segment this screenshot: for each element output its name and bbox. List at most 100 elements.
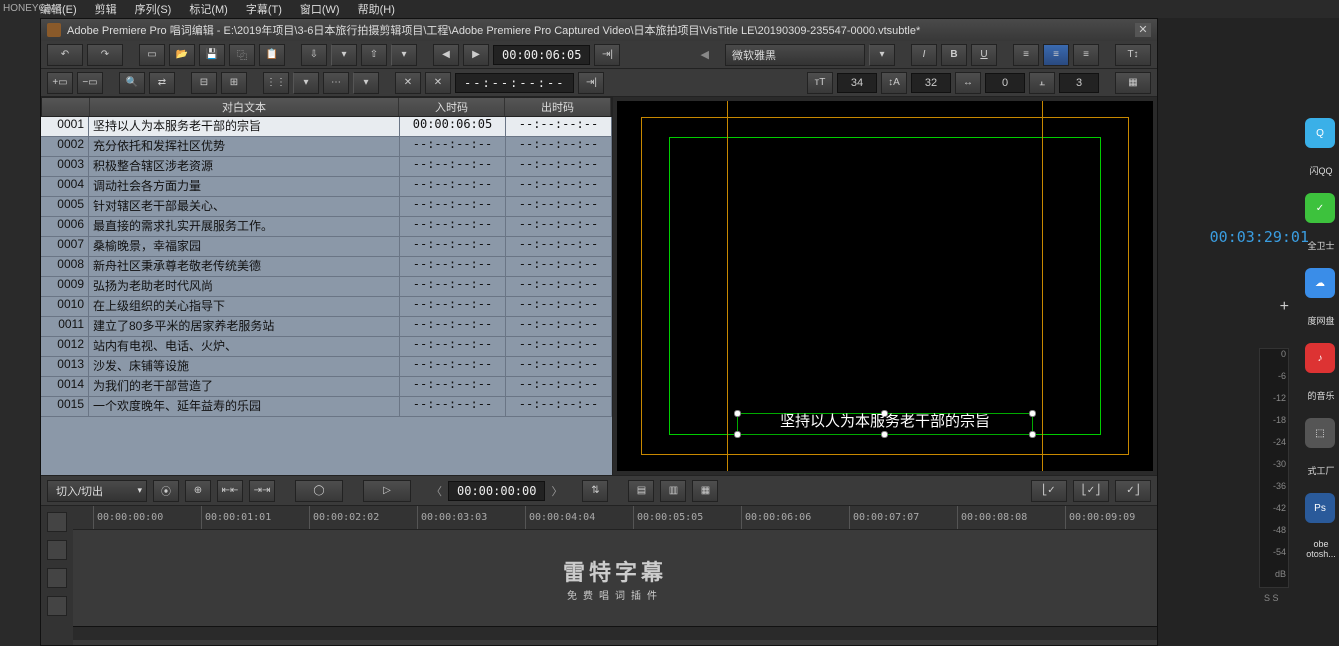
toolbar-timecode[interactable]: 00:00:06:05 xyxy=(493,45,590,65)
save-button[interactable]: 💾 xyxy=(199,44,225,66)
row-text[interactable]: 为我们的老干部营造了 xyxy=(89,377,400,396)
th-in-tc[interactable]: 入时码 xyxy=(399,98,505,116)
menu-help[interactable]: 帮助(H) xyxy=(358,1,395,17)
row-in-tc[interactable]: --:--:--:-- xyxy=(400,337,506,356)
font-size-input[interactable] xyxy=(837,73,877,93)
sync-button[interactable]: ⇅ xyxy=(582,480,608,502)
row-in-tc[interactable]: --:--:--:-- xyxy=(400,137,506,156)
timeline-main[interactable]: 00:00:00:0000:00:01:0100:00:02:0200:00:0… xyxy=(73,506,1157,645)
row-in-tc[interactable]: --:--:--:-- xyxy=(400,177,506,196)
row-out-tc[interactable]: --:--:--:-- xyxy=(506,117,612,136)
row-in-tc[interactable]: --:--:--:-- xyxy=(400,197,506,216)
anchor-in-button[interactable]: ⎣✓ xyxy=(1031,480,1067,502)
row-in-tc[interactable]: --:--:--:-- xyxy=(400,317,506,336)
record-button[interactable]: ◯ xyxy=(295,480,343,502)
clear-out-button[interactable]: ✕ xyxy=(425,72,451,94)
row-text[interactable]: 积极整合辖区涉老资源 xyxy=(89,157,400,176)
bold-button[interactable]: B xyxy=(941,44,967,66)
table-row[interactable]: 0005针对辖区老干部最关心、--:--:--:----:--:--:-- xyxy=(41,197,612,217)
open-button[interactable]: 📂 xyxy=(169,44,195,66)
shift-right-button[interactable]: ⇥⇥ xyxy=(249,480,275,502)
table-row[interactable]: 0015一个欢度晚年、延年益寿的乐园--:--:--:----:--:--:-- xyxy=(41,397,612,417)
th-out-tc[interactable]: 出时码 xyxy=(505,98,611,116)
paste-button[interactable]: 📋 xyxy=(259,44,285,66)
table-row[interactable]: 0006最直接的需求扎实开展服务工作。--:--:--:----:--:--:-… xyxy=(41,217,612,237)
menu-marker[interactable]: 标记(M) xyxy=(189,1,228,17)
copy-button[interactable]: ⿻ xyxy=(229,44,255,66)
resize-handle[interactable] xyxy=(881,431,888,438)
tool-b-dropdown[interactable]: ▾ xyxy=(353,72,379,94)
undo-button[interactable]: ↶ xyxy=(47,44,83,66)
italic-button[interactable]: I xyxy=(911,44,937,66)
th-text[interactable]: 对白文本 xyxy=(90,98,399,116)
table-row[interactable]: 0012站内有电视、电话、火炉、--:--:--:----:--:--:-- xyxy=(41,337,612,357)
tl-tool-zoom[interactable] xyxy=(47,512,67,532)
delete-row-button[interactable]: −▭ xyxy=(77,72,103,94)
row-text[interactable]: 在上级组织的关心指导下 xyxy=(89,297,400,316)
row-in-tc[interactable]: --:--:--:-- xyxy=(400,217,506,236)
table-row[interactable]: 0001坚持以人为本服务老干部的宗旨00:00:06:05--:--:--:-- xyxy=(41,117,612,137)
prev-frame-button[interactable]: ◀ xyxy=(433,44,459,66)
menu-sequence[interactable]: 序列(S) xyxy=(135,1,172,17)
split-button[interactable]: ⊟ xyxy=(191,72,217,94)
export-button[interactable]: ⇧ xyxy=(361,44,387,66)
row-out-tc[interactable]: --:--:--:-- xyxy=(506,397,612,416)
desktop-icon-music[interactable]: ♪ xyxy=(1305,343,1335,373)
font-family-select[interactable]: 微软雅黑 xyxy=(725,44,865,66)
row-out-tc[interactable]: --:--:--:-- xyxy=(506,297,612,316)
anchor-out-button[interactable]: ✓⎦ xyxy=(1115,480,1151,502)
menu-subtitle[interactable]: 字幕(T) xyxy=(246,1,282,17)
tracking-input[interactable] xyxy=(985,73,1025,93)
row-out-tc[interactable]: --:--:--:-- xyxy=(506,157,612,176)
close-button[interactable]: ✕ xyxy=(1135,23,1151,37)
timeline-body[interactable]: 雷特字幕 免费唱词插件 xyxy=(73,530,1157,626)
row-text[interactable]: 沙发、床铺等设施 xyxy=(89,357,400,376)
row-in-tc[interactable]: --:--:--:-- xyxy=(400,397,506,416)
align-left-button[interactable]: ≡ xyxy=(1013,44,1039,66)
desktop-icon-360[interactable]: ✓ xyxy=(1305,193,1335,223)
row-in-tc[interactable]: --:--:--:-- xyxy=(400,257,506,276)
text-style-button[interactable]: T↕ xyxy=(1115,44,1151,66)
tool-a-button[interactable]: ⋮⋮ xyxy=(263,72,289,94)
view-b-button[interactable]: ▥ xyxy=(660,480,686,502)
collapse-left-icon[interactable]: ◀ xyxy=(701,48,709,61)
table-row[interactable]: 0008新舟社区秉承尊老敬老传统美德--:--:--:----:--:--:-- xyxy=(41,257,612,277)
row-text[interactable]: 坚持以人为本服务老干部的宗旨 xyxy=(89,117,400,136)
row-text[interactable]: 充分依托和发挥社区优势 xyxy=(89,137,400,156)
view-c-button[interactable]: ▦ xyxy=(692,480,718,502)
anchor-center-button[interactable]: ⎣✓⎦ xyxy=(1073,480,1109,502)
row-text[interactable]: 弘扬为老助老时代风尚 xyxy=(89,277,400,296)
desktop-icon-baidupan[interactable]: ☁ xyxy=(1305,268,1335,298)
mark-in-button[interactable]: ⦿ xyxy=(153,480,179,502)
next-frame-button[interactable]: ▶ xyxy=(463,44,489,66)
desktop-icon-qq[interactable]: Q xyxy=(1305,118,1335,148)
row-in-tc[interactable]: --:--:--:-- xyxy=(400,277,506,296)
font-dropdown[interactable]: ▾ xyxy=(869,44,895,66)
row-out-tc[interactable]: --:--:--:-- xyxy=(506,317,612,336)
timeline-scrollbar[interactable] xyxy=(73,626,1157,640)
goto-button[interactable]: ⇥| xyxy=(594,44,620,66)
align-right-button[interactable]: ≡ xyxy=(1073,44,1099,66)
table-row[interactable]: 0011建立了80多平米的居家养老服务站--:--:--:----:--:--:… xyxy=(41,317,612,337)
table-row[interactable]: 0002充分依托和发挥社区优势--:--:--:----:--:--:-- xyxy=(41,137,612,157)
mark-out-button[interactable]: ⊕ xyxy=(185,480,211,502)
insert-row-button[interactable]: +▭ xyxy=(47,72,73,94)
row-out-tc[interactable]: --:--:--:-- xyxy=(506,357,612,376)
row-out-tc[interactable]: --:--:--:-- xyxy=(506,237,612,256)
tl-tool-select[interactable] xyxy=(47,540,67,560)
row-text[interactable]: 针对辖区老干部最关心、 xyxy=(89,197,400,216)
underline-button[interactable]: U xyxy=(971,44,997,66)
row-out-tc[interactable]: --:--:--:-- xyxy=(506,177,612,196)
redo-button[interactable]: ↷ xyxy=(87,44,123,66)
tool-b-button[interactable]: ⋯ xyxy=(323,72,349,94)
row-text[interactable]: 调动社会各方面力量 xyxy=(89,177,400,196)
row-text[interactable]: 新舟社区秉承尊老敬老传统美德 xyxy=(89,257,400,276)
merge-button[interactable]: ⊞ xyxy=(221,72,247,94)
shift-left-button[interactable]: ⇤⇤ xyxy=(217,480,243,502)
table-row[interactable]: 0014为我们的老干部营造了--:--:--:----:--:--:-- xyxy=(41,377,612,397)
replace-button[interactable]: ⇄ xyxy=(149,72,175,94)
clear-in-button[interactable]: ✕ xyxy=(395,72,421,94)
row-in-tc[interactable]: --:--:--:-- xyxy=(400,237,506,256)
row-out-tc[interactable]: --:--:--:-- xyxy=(506,337,612,356)
meter-solo[interactable]: S S xyxy=(1264,593,1279,603)
